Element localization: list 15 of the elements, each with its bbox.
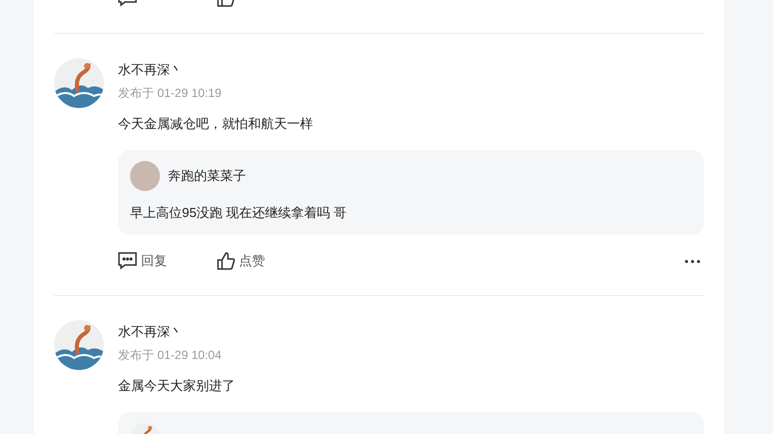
dragon-avatar-icon	[54, 320, 104, 370]
dragon-avatar-icon	[54, 58, 104, 108]
post-time: 发布于 01-29 10:19	[118, 85, 222, 102]
author-name[interactable]: 奔跑的菜菜子	[168, 166, 246, 186]
thumbs-up-icon	[217, 252, 235, 270]
user-avatar	[130, 161, 160, 191]
comment-text: 今天金属减仓吧，就怕和航天一样	[118, 115, 314, 133]
reply-button[interactable]: 回复	[118, 251, 217, 271]
like-button[interactable]: 点赞	[217, 251, 265, 271]
post-time: 发布于 01-29 10:04	[118, 347, 222, 364]
author-name[interactable]: 水不再深丶	[118, 323, 222, 341]
comment-icon	[118, 252, 137, 270]
reply-text: 早上高位95没跑 现在还继续拿着吗 哥	[130, 204, 348, 222]
author-name[interactable]: 水不再深丶	[118, 61, 222, 79]
comment-text: 金属今天大家别进了	[118, 377, 236, 395]
